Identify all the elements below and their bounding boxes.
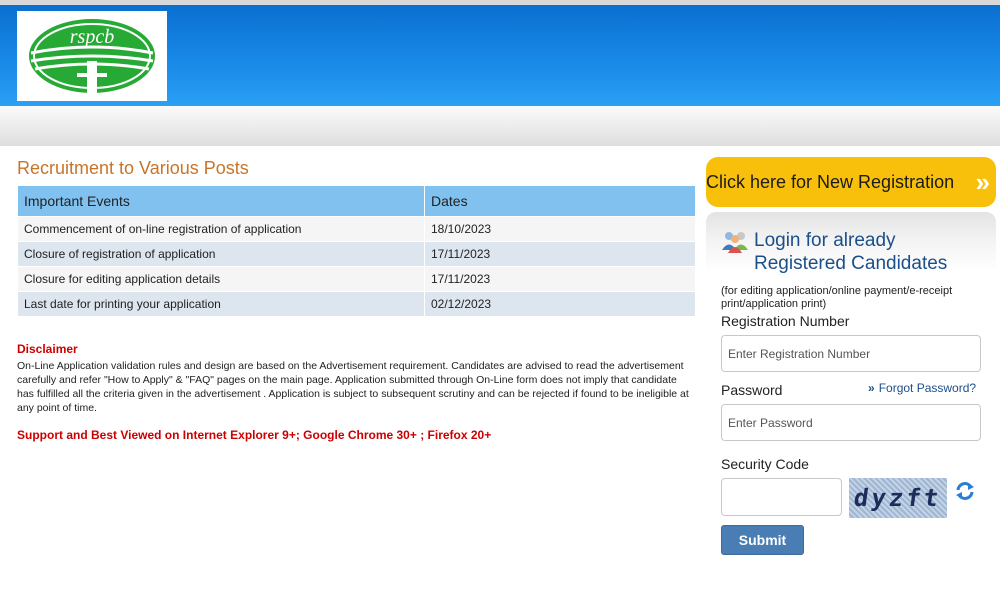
new-registration-label: Click here for New Registration: [706, 171, 955, 192]
logo[interactable]: rspcb: [17, 11, 167, 101]
event-cell: Last date for printing your application: [17, 291, 425, 317]
captcha-image: dyzft: [849, 478, 947, 518]
captcha-text: dyzft: [852, 484, 944, 512]
disclaimer-title: Disclaimer: [17, 342, 78, 356]
login-heading-line1: Login for already: [754, 230, 896, 251]
column-header-dates: Dates: [424, 185, 696, 217]
security-code-input[interactable]: [721, 478, 842, 516]
column-header-events: Important Events: [17, 185, 425, 217]
event-cell: Commencement of on-line registration of …: [17, 216, 425, 242]
login-heading: Login for already Registered Candidates: [754, 229, 984, 275]
date-cell: 17/11/2023: [424, 266, 696, 292]
disclaimer-text: On-Line Application validation rules and…: [17, 360, 689, 414]
nav-bar: [0, 106, 1000, 146]
submit-button[interactable]: Submit: [721, 525, 804, 555]
forgot-password-label: Forgot Password?: [878, 381, 977, 395]
forgot-password-link[interactable]: » Forgot Password?: [868, 381, 976, 395]
password-label: Password: [721, 382, 783, 398]
users-icon: [722, 232, 748, 253]
page-title: Recruitment to Various Posts: [17, 158, 249, 178]
event-cell: Closure for editing application details: [17, 266, 425, 292]
table-row: Closure of registration of application 1…: [17, 241, 696, 267]
new-registration-button[interactable]: Click here for New Registration »: [706, 157, 996, 207]
table-row: Commencement of on-line registration of …: [17, 216, 696, 242]
login-heading-line2: Registered Candidates: [754, 253, 948, 274]
events-table: Important Events Dates Commencement of o…: [17, 185, 696, 317]
refresh-icon[interactable]: [954, 480, 976, 502]
date-cell: 17/11/2023: [424, 241, 696, 267]
rspcb-logo: rspcb: [29, 19, 155, 95]
date-cell: 02/12/2023: [424, 291, 696, 317]
table-row: Closure for editing application details …: [17, 266, 696, 292]
double-chevron-right-icon: »: [975, 166, 991, 197]
login-panel: Login for already Registered Candidates …: [706, 212, 996, 602]
table-row: Last date for printing your application …: [17, 291, 696, 317]
event-cell: Closure of registration of application: [17, 241, 425, 267]
browser-support-note: Support and Best Viewed on Internet Expl…: [17, 428, 492, 442]
security-code-label: Security Code: [721, 456, 809, 472]
chevron-right-icon: »: [868, 381, 875, 395]
site-header: rspcb: [0, 5, 1000, 106]
login-subtitle: (for editing application/online payment/…: [721, 285, 953, 310]
registration-number-label: Registration Number: [721, 313, 850, 329]
password-input[interactable]: [721, 404, 981, 441]
date-cell: 18/10/2023: [424, 216, 696, 242]
logo-text: rspcb: [70, 26, 114, 48]
registration-number-input[interactable]: [721, 335, 981, 372]
